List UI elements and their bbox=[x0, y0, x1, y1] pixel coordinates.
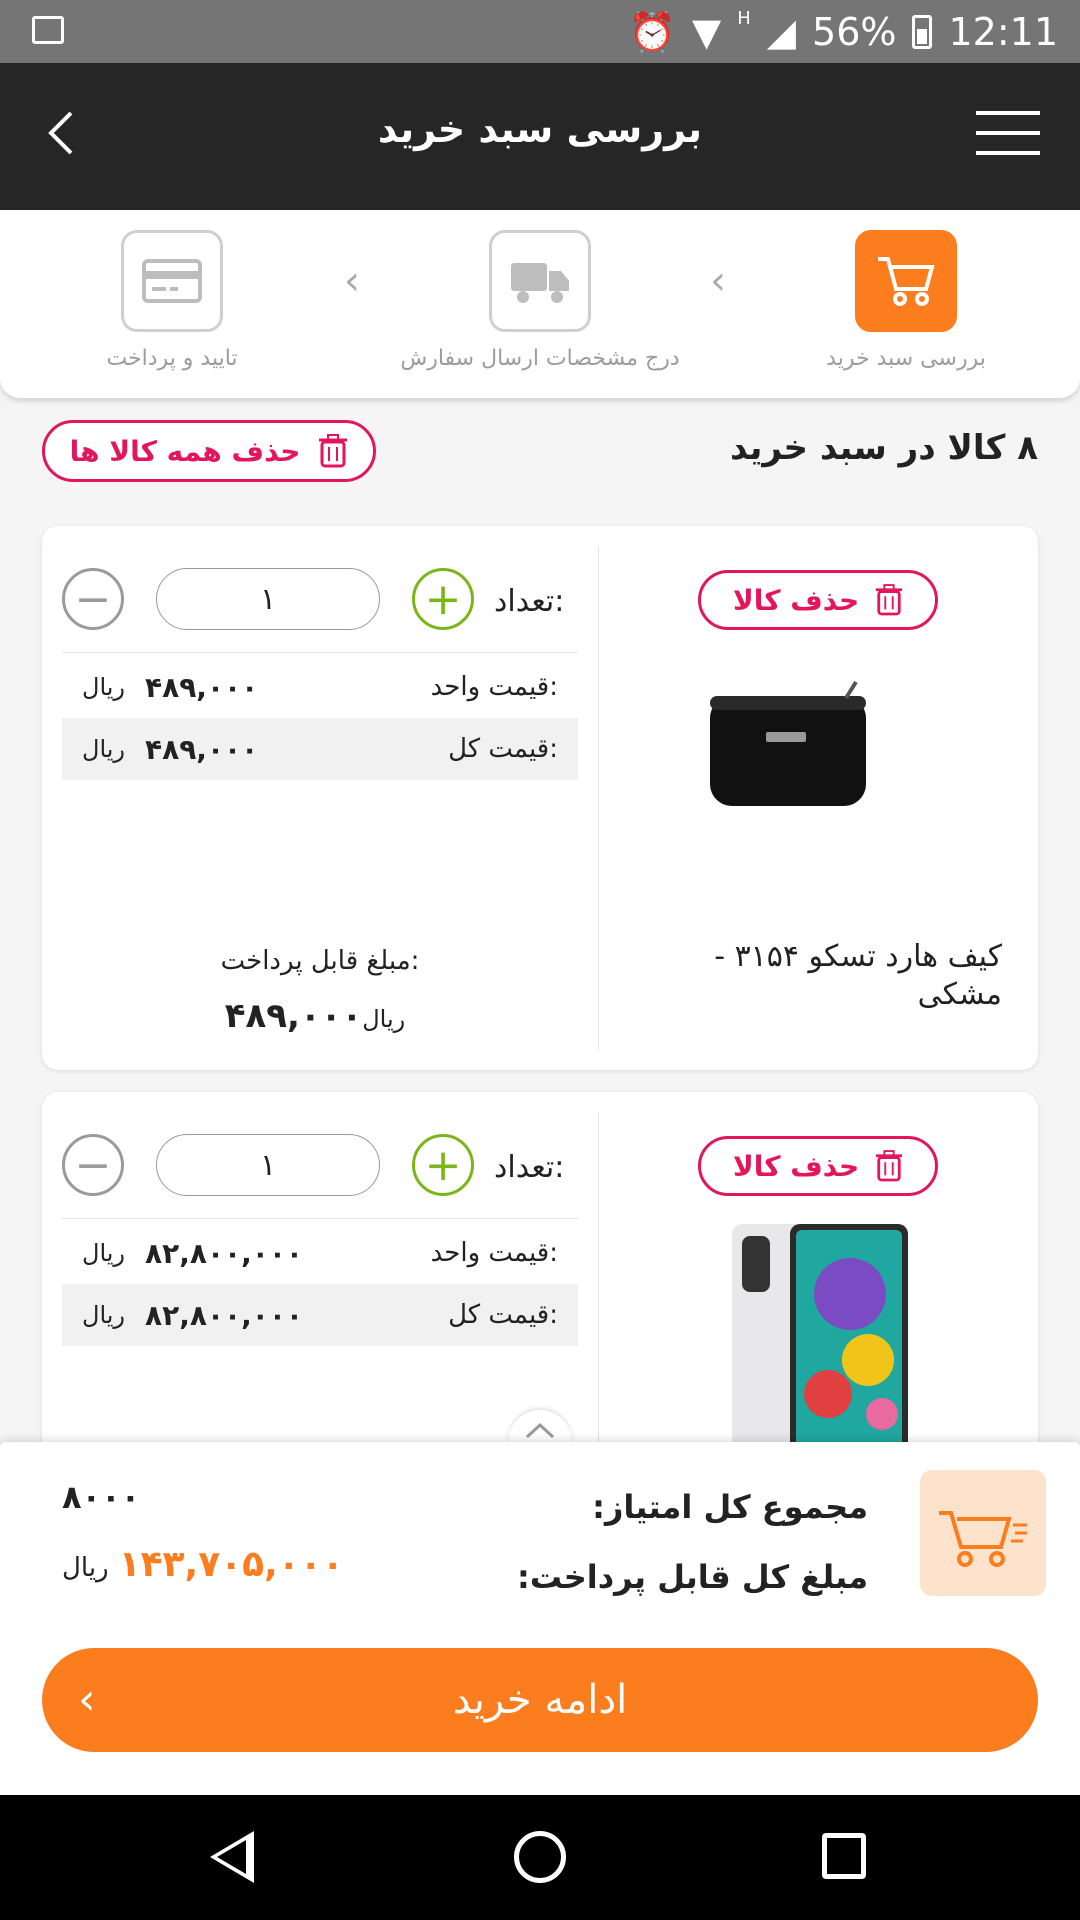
nav-home-icon[interactable] bbox=[514, 1831, 566, 1883]
step-label: تایید و پرداخت bbox=[106, 346, 238, 371]
total-payable-amount: ریال ۱۴۳,۷۰۵,۰۰۰ bbox=[62, 1544, 344, 1585]
minus-icon: − bbox=[74, 1139, 112, 1191]
unit-price-label: قیمت واحد: bbox=[430, 1238, 558, 1268]
product-image-phone[interactable] bbox=[732, 1224, 908, 1454]
points-value: ۸۰۰۰ bbox=[62, 1478, 141, 1516]
currency-label: ریال bbox=[82, 1301, 126, 1329]
delete-item-button[interactable]: حذف کالا bbox=[698, 1136, 938, 1196]
currency-label: ریال bbox=[62, 1553, 109, 1583]
quantity-field[interactable]: ۱ bbox=[156, 1134, 380, 1196]
credit-card-icon bbox=[142, 259, 202, 303]
clock: 12:11 bbox=[948, 10, 1058, 54]
chevron-up-icon bbox=[525, 1422, 555, 1439]
cart-icon bbox=[878, 257, 935, 306]
summary-cart-badge bbox=[920, 1470, 1046, 1596]
cart-item-count: ۸ کالا در سبد خرید bbox=[729, 428, 1038, 468]
network-type: H bbox=[737, 8, 751, 29]
quantity-label: تعداد: bbox=[494, 584, 565, 619]
unit-price-value: ۴۸۹,۰۰۰ bbox=[145, 670, 259, 704]
delete-all-label: حذف همه کالا ها bbox=[69, 434, 301, 468]
trash-icon bbox=[876, 584, 903, 616]
product-name[interactable]: کیف هارد تسکو ۳۱۵۴ - مشکی bbox=[642, 938, 1002, 1014]
step-label: درج مشخصات ارسال سفارش bbox=[400, 346, 680, 371]
alarm-icon: ⏰ bbox=[628, 9, 676, 54]
app-bar: بررسی سبد خرید bbox=[0, 63, 1080, 210]
quantity-decrease-button[interactable]: − bbox=[62, 1134, 124, 1196]
truck-icon bbox=[511, 263, 569, 303]
continue-shopping-button[interactable]: ‹ ادامه خرید bbox=[42, 1648, 1038, 1752]
currency-label: ریال bbox=[82, 673, 126, 701]
unit-price-label: قیمت واحد: bbox=[430, 672, 558, 702]
delete-item-label: حذف کالا bbox=[732, 1149, 860, 1183]
plus-icon: + bbox=[424, 573, 462, 625]
total-price-row: ریال ۴۸۹,۰۰۰ قیمت کل: bbox=[62, 718, 578, 780]
total-price-value: ۴۸۹,۰۰۰ bbox=[145, 732, 259, 766]
step-chevron-icon: ‹ bbox=[344, 258, 360, 304]
points-label: مجموع کل امتیاز: bbox=[592, 1488, 868, 1526]
total-payable-value: ۱۴۳,۷۰۵,۰۰۰ bbox=[118, 1544, 344, 1585]
total-price-label: قیمت کل: bbox=[448, 1300, 558, 1330]
quantity-decrease-button[interactable]: − bbox=[62, 568, 124, 630]
step-payment-box bbox=[121, 230, 223, 332]
nav-back-icon[interactable] bbox=[210, 1831, 254, 1883]
signal-icon: ◢ bbox=[766, 10, 797, 54]
total-price-row: ریال ۸۲,۸۰۰,۰۰۰ قیمت کل: bbox=[62, 1284, 578, 1346]
step-cart-review[interactable]: بررسی سبد خرید bbox=[756, 230, 1056, 371]
system-nav-bar bbox=[0, 1795, 1080, 1920]
image-notification-icon bbox=[32, 16, 64, 44]
status-icons: ⏰ ▼ H ◢ 56% 12:11 bbox=[629, 8, 1058, 56]
currency-label: ریال bbox=[82, 1239, 126, 1267]
step-chevron-icon: ‹ bbox=[710, 258, 726, 304]
payable-value: ۴۸۹,۰۰۰ bbox=[224, 996, 363, 1036]
trash-icon bbox=[319, 434, 348, 468]
step-cart-box bbox=[855, 230, 957, 332]
minus-icon: − bbox=[74, 573, 112, 625]
menu-button[interactable] bbox=[976, 101, 1040, 165]
unit-price-value: ۸۲,۸۰۰,۰۰۰ bbox=[145, 1236, 304, 1270]
wifi-icon: ▼ bbox=[692, 10, 722, 54]
quantity-label: تعداد: bbox=[494, 1150, 565, 1185]
chevron-left-icon: ‹ bbox=[78, 1674, 96, 1725]
battery-percent: 56% bbox=[812, 10, 897, 54]
cart-fast-icon bbox=[939, 1511, 1027, 1567]
step-label: بررسی سبد خرید bbox=[826, 346, 986, 371]
delete-all-button[interactable]: حذف همه کالا ها bbox=[42, 420, 376, 482]
step-shipping[interactable]: درج مشخصات ارسال سفارش bbox=[390, 230, 690, 371]
nav-recents-icon[interactable] bbox=[822, 1833, 866, 1879]
payable-label: مبلغ قابل پرداخت: bbox=[220, 946, 420, 976]
unit-price-row: ریال ۸۲,۸۰۰,۰۰۰ قیمت واحد: bbox=[62, 1222, 578, 1284]
step-shipping-box bbox=[489, 230, 591, 332]
cart-item-card: حذف کالا کیف هارد تسکو ۳۱۵۴ - مشکی تعداد… bbox=[42, 526, 1038, 1070]
currency-label: ریال bbox=[82, 735, 126, 763]
unit-price-row: ریال ۴۸۹,۰۰۰ قیمت واحد: bbox=[62, 656, 578, 718]
total-payable-label: مبلغ کل قابل پرداخت: bbox=[517, 1558, 868, 1596]
plus-icon: + bbox=[424, 1139, 462, 1191]
delete-item-button[interactable]: حذف کالا bbox=[698, 570, 938, 630]
delete-item-label: حذف کالا bbox=[732, 583, 860, 617]
product-image-hard-case[interactable] bbox=[696, 676, 880, 816]
page-title: بررسی سبد خرید bbox=[377, 107, 703, 151]
payable-amount: ریال۴۸۹,۰۰۰ bbox=[62, 996, 578, 1036]
quantity-increase-button[interactable]: + bbox=[412, 568, 474, 630]
quantity-field[interactable]: ۱ bbox=[156, 568, 380, 630]
battery-icon bbox=[912, 15, 933, 49]
total-price-label: قیمت کل: bbox=[448, 734, 558, 764]
trash-icon bbox=[876, 1150, 903, 1182]
status-bar: ⏰ ▼ H ◢ 56% 12:11 bbox=[0, 0, 1080, 63]
continue-label: ادامه خرید bbox=[452, 1677, 628, 1723]
checkout-steps: بررسی سبد خرید ‹ درج مشخصات ارسال سفارش … bbox=[0, 210, 1080, 398]
quantity-increase-button[interactable]: + bbox=[412, 1134, 474, 1196]
currency-label: ریال bbox=[362, 1005, 406, 1033]
total-price-value: ۸۲,۸۰۰,۰۰۰ bbox=[145, 1298, 304, 1332]
step-payment[interactable]: تایید و پرداخت bbox=[22, 230, 322, 371]
